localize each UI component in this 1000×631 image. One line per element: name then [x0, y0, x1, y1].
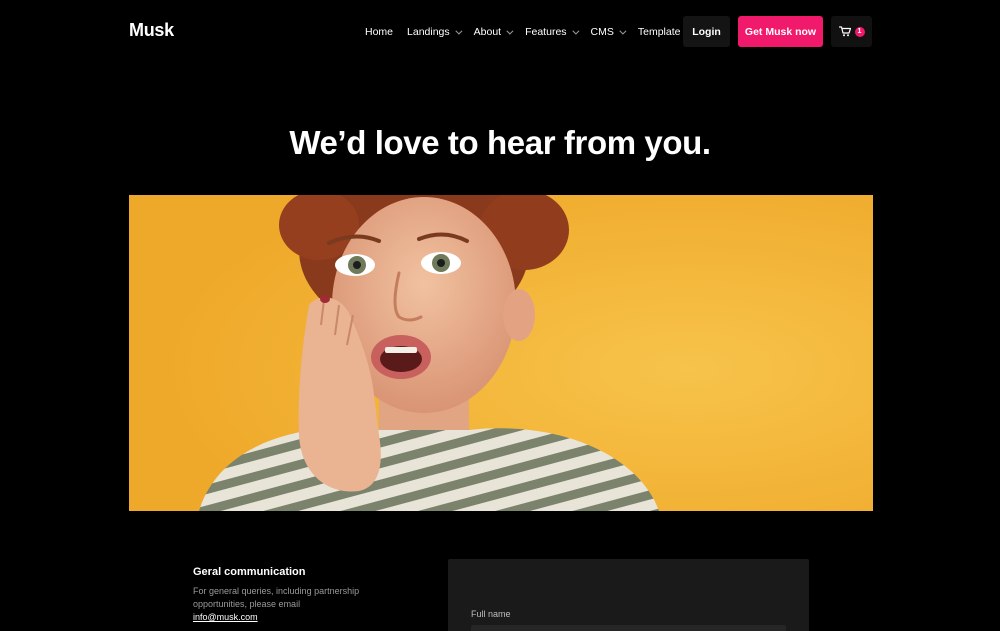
- nav-label: Landings: [407, 26, 450, 38]
- hero-photo-illustration: [129, 195, 873, 511]
- logo[interactable]: Musk: [129, 20, 174, 41]
- cart-button[interactable]: 1: [831, 16, 872, 47]
- nav-item-landings[interactable]: Landings: [407, 26, 463, 38]
- chevron-down-icon: [619, 27, 627, 35]
- contact-email-link[interactable]: info@musk.com: [193, 611, 393, 624]
- main-nav: Home Landings About Features CMS Templat…: [365, 0, 704, 64]
- nav-item-cms[interactable]: CMS: [590, 26, 627, 38]
- contact-form: Full name: [448, 559, 809, 631]
- nav-item-about[interactable]: About: [473, 26, 514, 38]
- login-button[interactable]: Login: [683, 16, 730, 47]
- contact-info: Geral communication For general queries,…: [193, 566, 393, 624]
- nav-label: Features: [525, 26, 567, 38]
- nav-label: Template: [637, 26, 681, 38]
- hero-image: [129, 195, 873, 511]
- nav-label: Home: [365, 26, 394, 38]
- nav-item-home[interactable]: Home: [365, 26, 393, 38]
- nav-label: About: [473, 26, 502, 38]
- site-header: Musk Home Landings About Features CMS Te…: [0, 0, 1000, 64]
- nav-label: CMS: [590, 26, 614, 38]
- page-title: We’d love to hear from you.: [289, 124, 711, 161]
- cart-icon: [838, 26, 851, 37]
- contact-title: Geral communication: [193, 566, 306, 578]
- cart-count-badge: 1: [854, 26, 865, 37]
- full-name-label: Full name: [471, 609, 511, 619]
- get-musk-button[interactable]: Get Musk now: [738, 16, 823, 47]
- chevron-down-icon: [571, 27, 579, 35]
- chevron-down-icon: [455, 27, 463, 35]
- contact-description: For general queries, including partnersh…: [193, 586, 360, 609]
- nav-item-features[interactable]: Features: [525, 26, 579, 38]
- full-name-input[interactable]: [471, 625, 786, 631]
- chevron-down-icon: [506, 27, 514, 35]
